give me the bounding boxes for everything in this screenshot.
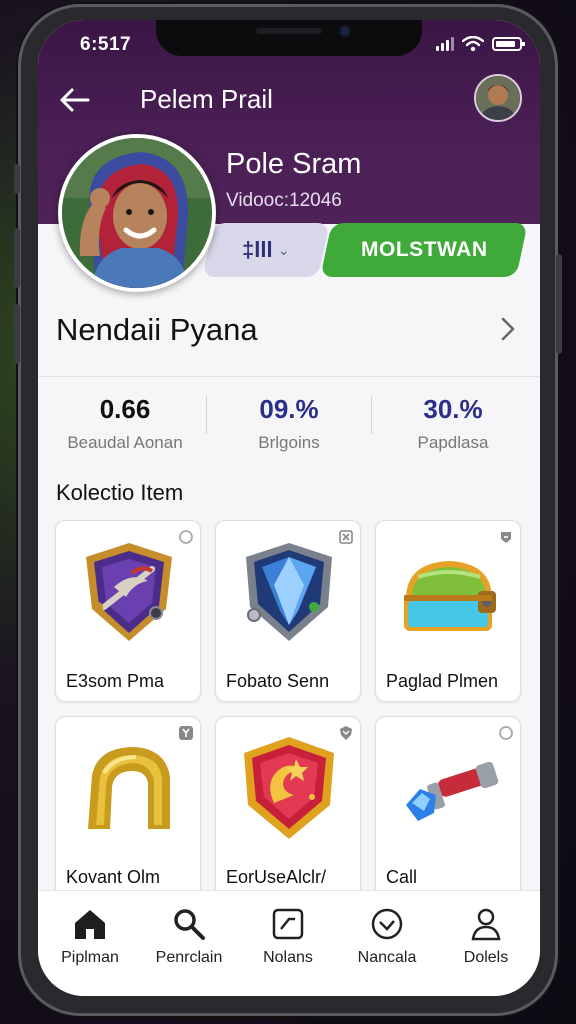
profile-id: Vidooc:12046	[226, 190, 342, 211]
header-avatar[interactable]	[474, 74, 522, 122]
chevron-down-icon: ⌄	[278, 241, 291, 258]
chart-icon	[272, 908, 304, 940]
stat-item: 09.% Brlgoins	[214, 394, 364, 453]
item-name: Kovant Olm	[66, 867, 161, 887]
mute-switch	[14, 164, 20, 194]
signal-icon	[436, 37, 454, 51]
page-title: Pelem Prail	[140, 84, 273, 114]
nav-label: Penrclain	[155, 949, 223, 966]
primary-action-label: MOLSTWAN	[360, 238, 488, 261]
nav-item-profile[interactable]: Dolels	[436, 905, 536, 967]
treasure-chest-icon	[404, 561, 496, 631]
divider	[38, 376, 540, 377]
stat-divider	[371, 396, 372, 434]
nav-label: Nolans	[263, 949, 313, 966]
bottom-nav: Piplman Penrclain Nolans Nancala Dolels	[38, 890, 540, 996]
volume-down-button	[14, 304, 20, 364]
status-icons	[436, 36, 525, 52]
stat-label: Brlgoins	[258, 433, 320, 452]
item-name: E3som Pma	[66, 671, 165, 691]
nav-item-stats[interactable]: Nolans	[238, 905, 338, 967]
profile-icon	[471, 908, 501, 941]
red-emblem-icon	[244, 737, 334, 839]
blue-shield-icon	[246, 543, 332, 641]
item-name: Paglad Plmen	[386, 671, 499, 691]
stat-divider	[206, 396, 207, 434]
camera-notch	[156, 20, 422, 56]
item-name: Fobato Senn	[226, 671, 330, 691]
collection-item-card[interactable]: Call	[375, 716, 521, 898]
back-arrow-icon[interactable]	[56, 82, 92, 118]
gold-arch-icon	[88, 747, 170, 829]
collection-item-card[interactable]: EorUseAlclr/	[215, 716, 361, 898]
volume-up-button	[14, 228, 20, 288]
filter-dropdown[interactable]: ‡lll ⌄	[202, 223, 330, 277]
stat-label: Beaudal Aonan	[67, 433, 183, 452]
nav-label: Nancala	[357, 949, 417, 966]
filter-dropdown-label: ‡lll	[241, 237, 273, 262]
stat-item: 30.% Papdlasa	[378, 394, 528, 453]
stat-item: 0.66 Beaudal Aonan	[50, 394, 200, 453]
app-screen: 6:517 Pelem Prail Pole Sram Vidooc:12046…	[38, 20, 540, 996]
stat-label: Papdlasa	[417, 433, 489, 452]
nav-label: Piplman	[61, 949, 119, 966]
nav-item-tasks[interactable]: Nancala	[337, 905, 437, 967]
nav-item-home[interactable]: Piplman	[40, 905, 140, 967]
power-button	[556, 254, 562, 354]
section-heading: Nendaii Pyana	[56, 312, 258, 347]
collection-item-card[interactable]: Fobato Senn	[215, 520, 361, 702]
collection-item-card[interactable]: Kovant Olm	[55, 716, 201, 898]
item-name: EorUseAlclr/	[226, 867, 327, 887]
stat-value: 09.%	[259, 394, 319, 424]
gem-scepter-icon	[406, 761, 499, 821]
search-icon	[174, 909, 205, 940]
stat-value: 30.%	[423, 394, 483, 424]
battery-icon	[492, 37, 525, 51]
collection-item-card[interactable]: Paglad Plmen	[375, 520, 521, 702]
home-icon	[75, 910, 105, 939]
primary-action-button[interactable]: MOLSTWAN	[320, 223, 528, 277]
chevron-right-icon[interactable]	[498, 316, 518, 342]
profile-avatar[interactable]	[58, 134, 216, 292]
stat-value: 0.66	[99, 394, 151, 424]
profile-name: Pole Sram	[226, 148, 362, 180]
collection-item-card[interactable]: E3som Pma	[55, 520, 201, 702]
check-circle-icon	[371, 908, 403, 940]
wifi-icon	[462, 36, 484, 52]
nav-label: Dolels	[463, 949, 509, 966]
item-name: Call	[386, 867, 418, 887]
collection-title: Kolectio Item	[56, 480, 184, 505]
shield-bird-icon	[86, 543, 172, 641]
nav-item-search[interactable]: Penrclain	[139, 905, 239, 967]
status-time: 6:517	[80, 34, 132, 55]
